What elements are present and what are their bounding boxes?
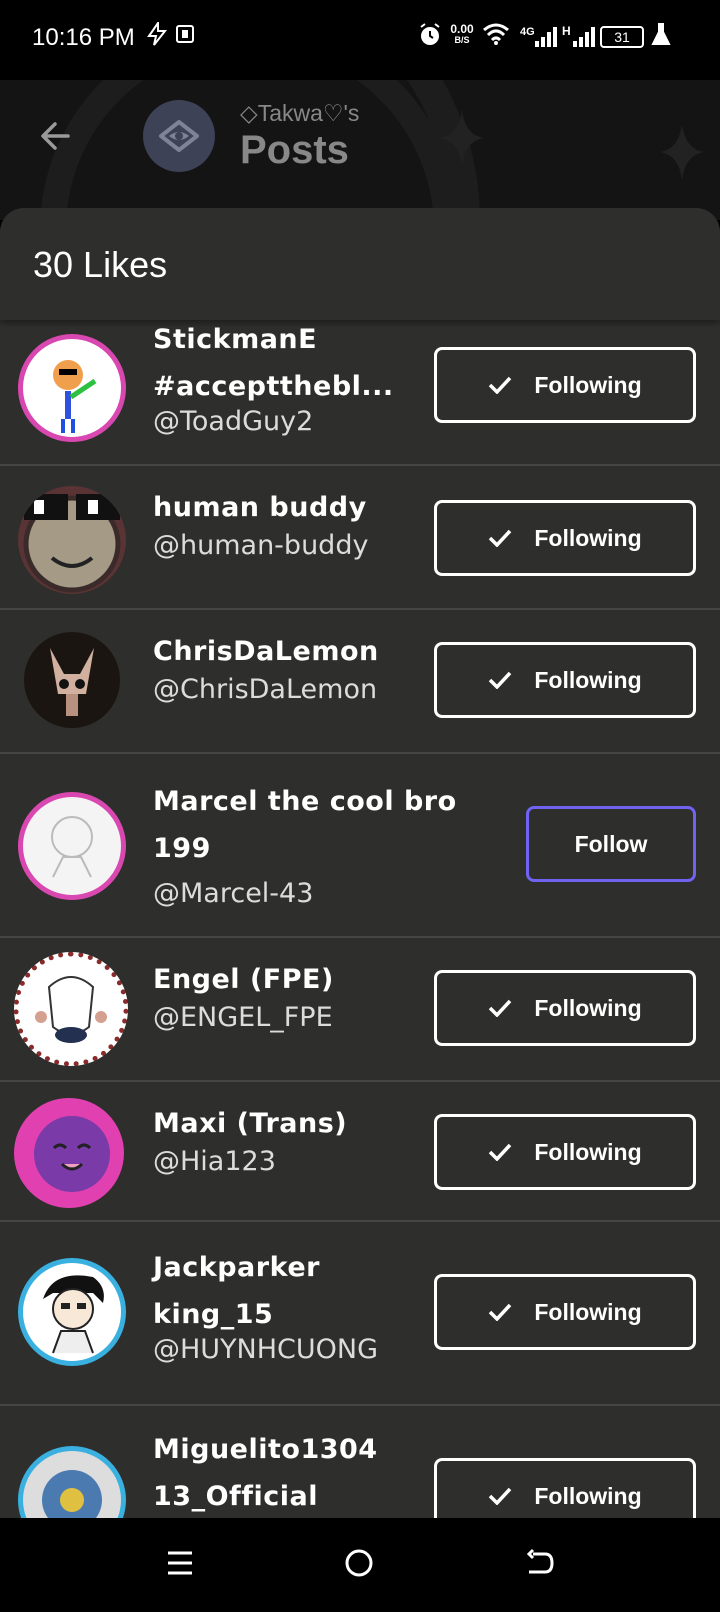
following-button-label: Following: [534, 371, 642, 398]
chris-avatar-icon: [50, 648, 94, 716]
following-button[interactable]: Following: [434, 500, 696, 576]
network-4g-label: 4G: [520, 26, 535, 38]
user-display-name[interactable]: Miguelito1304 13_Official: [153, 1426, 433, 1518]
user-handle[interactable]: @ENGEL_FPE: [153, 1002, 333, 1033]
following-button[interactable]: Following: [434, 347, 696, 423]
stickman-avatar-icon: [53, 360, 97, 433]
home-circle-icon[interactable]: [344, 1548, 374, 1578]
signal-icon-1: [535, 27, 557, 47]
user-handle[interactable]: @ChrisDaLemon: [153, 674, 377, 705]
user-display-name[interactable]: Marcel the cool bro 199: [153, 778, 473, 872]
maxi-avatar-icon: [34, 1116, 110, 1192]
list-item[interactable]: Maxi (Trans) @Hia123 Following: [0, 1082, 720, 1222]
battery-level: 31: [614, 29, 630, 45]
avatar[interactable]: [14, 952, 128, 1066]
net-speed: 0.00 B/S: [447, 22, 477, 46]
engel-avatar-icon: [35, 976, 107, 1043]
following-button-label: Following: [534, 666, 642, 693]
avatar[interactable]: [18, 486, 126, 594]
avatar[interactable]: [18, 1258, 126, 1366]
user-display-name[interactable]: human buddy: [153, 484, 433, 531]
sheet-header: 30 Likes: [0, 208, 720, 320]
list-item[interactable]: Miguelito1304 13_Official Following: [0, 1406, 720, 1518]
eye-logo-icon: [159, 120, 199, 152]
jackparker-avatar-icon: [43, 1275, 104, 1354]
avatar[interactable]: [24, 632, 120, 728]
user-display-name[interactable]: Jackparker king_15: [153, 1244, 433, 1338]
avatar[interactable]: [18, 1446, 126, 1518]
net-speed-unit: B/S: [454, 35, 470, 45]
check-icon: [489, 1303, 512, 1321]
user-display-name[interactable]: Maxi (Trans): [153, 1100, 433, 1147]
following-button[interactable]: Following: [434, 1114, 696, 1190]
signal-icon-2: [573, 27, 595, 47]
marcel-avatar-icon: [51, 816, 93, 878]
check-icon: [489, 376, 512, 394]
list-item[interactable]: human buddy @human-buddy Following: [0, 466, 720, 610]
flask-icon: [651, 23, 671, 45]
user-handle[interactable]: @Marcel-43: [153, 878, 313, 909]
user-display-name[interactable]: ChrisDaLemon: [153, 628, 433, 675]
user-display-name[interactable]: StickmanE #acceptthebl...: [153, 316, 433, 410]
list-item[interactable]: ChrisDaLemon @ChrisDaLemon Following: [0, 610, 720, 754]
miguelito-avatar-icon: [42, 1470, 102, 1518]
sparkle-icon-2: [660, 124, 704, 180]
follow-button[interactable]: Follow: [526, 806, 696, 882]
check-icon: [489, 1487, 512, 1505]
following-button[interactable]: Following: [434, 642, 696, 718]
check-icon: [489, 529, 512, 547]
flash-icon: [147, 22, 168, 46]
list-item[interactable]: Engel (FPE) @ENGEL_FPE Following: [0, 938, 720, 1082]
user-handle[interactable]: @Hia123: [153, 1146, 276, 1177]
list-item[interactable]: StickmanE #acceptthebl... @ToadGuy2 Foll…: [0, 310, 720, 466]
network-h-label: H: [562, 24, 571, 38]
list-item[interactable]: Marcel the cool bro 199 @Marcel-43 Follo…: [0, 754, 720, 938]
avatar[interactable]: [18, 792, 126, 900]
wifi-icon: [483, 23, 509, 45]
user-handle[interactable]: @ToadGuy2: [153, 406, 313, 437]
back-nav-icon[interactable]: [525, 1548, 555, 1578]
user-display-name[interactable]: Engel (FPE): [153, 956, 433, 1003]
likes-list: StickmanE #acceptthebl... @ToadGuy2 Foll…: [0, 320, 720, 1518]
following-button[interactable]: Following: [434, 1458, 696, 1518]
following-button[interactable]: Following: [434, 1274, 696, 1350]
battery-indicator: 31: [600, 26, 644, 48]
back-arrow-icon[interactable]: [38, 118, 74, 154]
check-icon: [489, 999, 512, 1017]
avatar[interactable]: [14, 1098, 124, 1208]
avatar[interactable]: [18, 334, 126, 442]
following-button-label: Following: [534, 994, 642, 1021]
net-speed-value: 0.00: [450, 22, 474, 36]
user-handle[interactable]: @human-buddy: [153, 530, 368, 561]
check-icon: [489, 671, 512, 689]
following-button-label: Following: [534, 1482, 642, 1509]
following-button[interactable]: Following: [434, 970, 696, 1046]
page-title: Posts: [240, 128, 349, 172]
list-item[interactable]: Jackparker king_15 @HUYNHCUONG Following: [0, 1222, 720, 1406]
status-time: 10:16 PM: [32, 24, 135, 51]
following-button-label: Following: [534, 1138, 642, 1165]
menu-icon[interactable]: [165, 1548, 195, 1578]
status-bar: 10:16 PM 0.00 B/S 4G H 31: [0, 0, 720, 80]
human-buddy-avatar-icon: [23, 494, 121, 593]
post-author-label: ◇Takwa♡'s: [240, 100, 360, 126]
nfc-icon: [176, 25, 194, 43]
user-handle[interactable]: @HUYNHCUONG: [153, 1334, 378, 1365]
sparkle-icon: [440, 110, 484, 166]
system-nav-bar: [0, 1518, 720, 1612]
likes-count: 30 Likes: [33, 244, 168, 285]
post-header: [0, 80, 720, 220]
check-icon: [489, 1143, 512, 1161]
following-button-label: Following: [534, 1298, 642, 1325]
community-avatar[interactable]: [143, 100, 215, 172]
likes-sheet: 30 Likes StickmanE #acceptthebl... @Toad…: [0, 208, 720, 1518]
alarm-icon: [420, 23, 440, 45]
following-button-label: Following: [534, 524, 642, 551]
